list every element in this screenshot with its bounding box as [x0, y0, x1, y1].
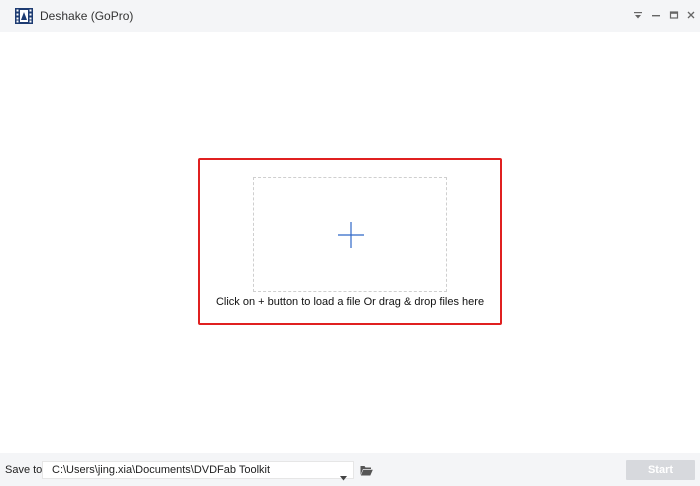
chevron-down-icon[interactable] — [340, 468, 347, 486]
minimize-icon[interactable] — [649, 6, 663, 24]
save-to-label: Save to: — [5, 464, 46, 476]
file-drop-zone[interactable] — [253, 177, 447, 292]
folder-open-icon[interactable] — [357, 461, 375, 479]
drop-hint-text: Click on + button to load a file Or drag… — [215, 296, 485, 308]
bottom-bar: Save to: C:\Users\jing.xia\Documents\DVD… — [0, 453, 700, 486]
film-strip-icon — [15, 7, 33, 25]
title-bar: Deshake (GoPro) — [0, 0, 700, 32]
close-icon[interactable] — [684, 6, 698, 24]
save-path-value: C:\Users\jing.xia\Documents\DVDFab Toolk… — [52, 464, 271, 476]
maximize-icon[interactable] — [667, 6, 681, 24]
save-path-select[interactable]: C:\Users\jing.xia\Documents\DVDFab Toolk… — [42, 461, 354, 481]
start-button[interactable]: Start — [626, 460, 695, 480]
window-title: Deshake (GoPro) — [40, 9, 134, 23]
menu-dropdown-icon[interactable] — [631, 6, 645, 24]
plus-icon[interactable] — [338, 222, 364, 253]
